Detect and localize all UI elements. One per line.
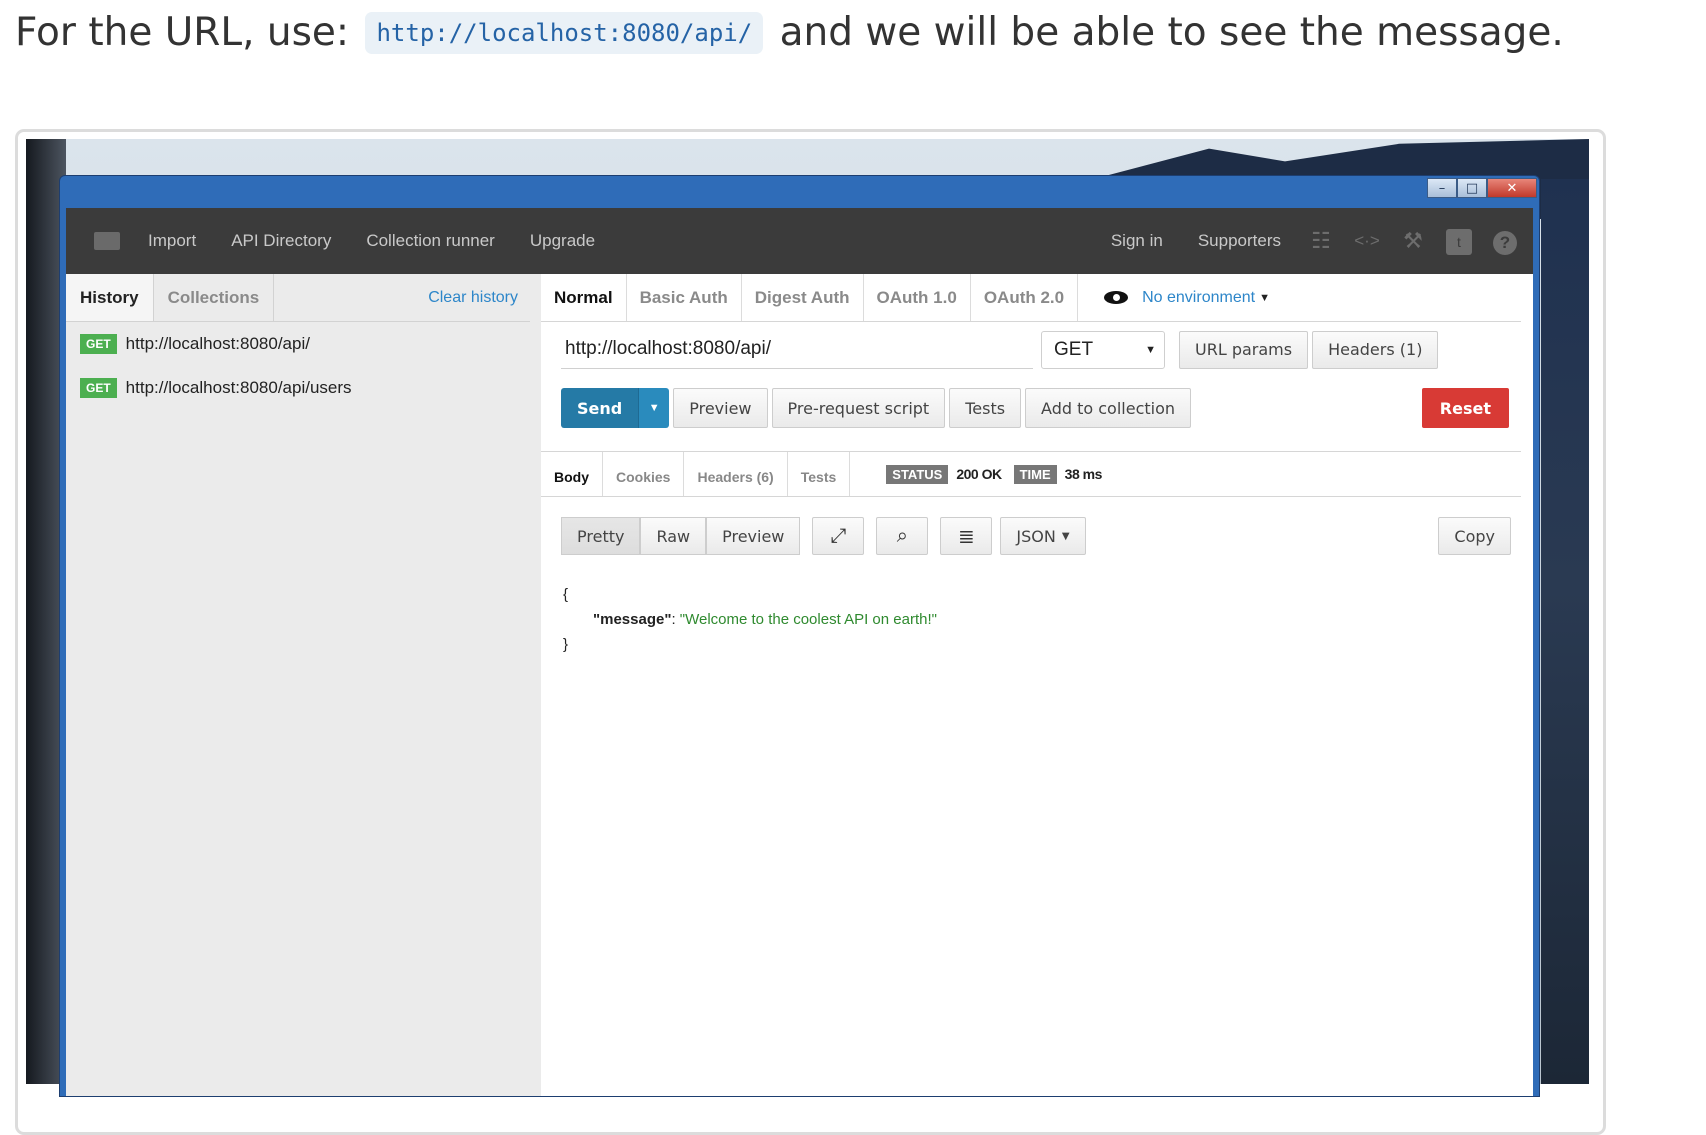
sign-in-link[interactable]: Sign in: [1111, 231, 1163, 251]
method-badge: GET: [80, 378, 117, 398]
history-item[interactable]: GET http://localhost:8080/api/: [80, 322, 541, 366]
supporters-link[interactable]: Supporters: [1198, 231, 1281, 251]
caret-down-icon: ▼: [1145, 343, 1156, 356]
time-value: 38 ms: [1064, 466, 1103, 482]
nav-upgrade[interactable]: Upgrade: [530, 231, 595, 251]
tab-oauth-1[interactable]: OAuth 1.0: [864, 274, 971, 321]
tab-history[interactable]: History: [66, 274, 153, 321]
caret-down-icon: ▼: [1061, 530, 1070, 542]
nav-api-directory[interactable]: API Directory: [231, 231, 331, 251]
intro-text: For the URL, use: http://localhost:8080/…: [15, 10, 1564, 55]
traffic-light-icon[interactable]: ☷: [1307, 228, 1335, 254]
caret-down-icon: ▼: [1259, 291, 1270, 304]
wrap-lines-icon[interactable]: ≣: [940, 517, 993, 555]
json-open-brace: {: [563, 586, 569, 603]
fullscreen-icon[interactable]: ⤢: [812, 517, 865, 555]
app-logo-icon[interactable]: [94, 232, 120, 250]
twitter-icon[interactable]: t: [1445, 227, 1473, 255]
maximize-button[interactable]: □: [1457, 178, 1487, 198]
history-url: http://localhost:8080/api/: [125, 334, 310, 353]
view-mode-group: Pretty Raw Preview: [561, 517, 801, 555]
close-button[interactable]: ✕: [1487, 178, 1537, 198]
json-colon: :: [671, 611, 680, 628]
tab-digest-auth[interactable]: Digest Auth: [742, 274, 864, 321]
code-icon[interactable]: <·>: [1353, 231, 1381, 251]
tests-button[interactable]: Tests: [949, 388, 1022, 428]
request-url-row: GET ▼ URL params Headers (1): [561, 330, 1439, 369]
tab-oauth-2[interactable]: OAuth 2.0: [971, 274, 1079, 321]
response-tabs: Body Cookies Headers (6) Tests STATUS 20…: [541, 452, 1521, 497]
nav-collection-runner[interactable]: Collection runner: [366, 231, 495, 251]
nav-import[interactable]: Import: [148, 231, 196, 251]
search-icon[interactable]: ⌕: [876, 517, 929, 555]
intro-before: For the URL, use:: [15, 10, 350, 55]
environment-label: No environment: [1142, 288, 1256, 306]
intro-url-code: http://localhost:8080/api/: [365, 12, 764, 54]
headers-button[interactable]: Headers (1): [1312, 330, 1439, 369]
view-preview-button[interactable]: Preview: [706, 517, 801, 555]
preview-button[interactable]: Preview: [673, 388, 768, 428]
method-badge: GET: [80, 334, 117, 354]
json-key: "message": [593, 611, 672, 628]
tab-collections[interactable]: Collections: [152, 274, 275, 321]
history-item[interactable]: GET http://localhost:8080/api/users: [80, 366, 541, 410]
status-value: 200 OK: [956, 466, 1002, 482]
tab-response-tests[interactable]: Tests: [788, 452, 851, 496]
url-params-button[interactable]: URL params: [1179, 330, 1309, 369]
environment-selector[interactable]: No environment ▼: [1104, 289, 1270, 307]
history-url: http://localhost:8080/api/users: [125, 378, 352, 397]
wrench-icon[interactable]: ⚒: [1399, 228, 1427, 254]
send-dropdown-icon[interactable]: ▼: [638, 388, 670, 428]
top-navbar: Import API Directory Collection runner U…: [66, 208, 1533, 274]
auth-tabs: Normal Basic Auth Digest Auth OAuth 1.0 …: [541, 274, 1521, 322]
sea-decoration: [1541, 179, 1589, 1084]
send-button[interactable]: Send: [561, 388, 639, 428]
response-status: STATUS 200 OK TIME 38 ms: [886, 464, 1114, 484]
sidebar-tabs: History Collections Clear history: [66, 274, 530, 322]
postman-app: Import API Directory Collection runner U…: [66, 208, 1533, 1096]
window-controls: – □ ✕: [1427, 178, 1537, 198]
add-to-collection-button[interactable]: Add to collection: [1025, 388, 1192, 428]
app-window: – □ ✕ Import API Directory Collection ru…: [59, 175, 1540, 1097]
action-row: Send ▼ Preview Pre-request script Tests …: [561, 388, 1509, 428]
pretty-button[interactable]: Pretty: [561, 517, 641, 555]
tab-basic-auth[interactable]: Basic Auth: [627, 274, 742, 321]
tab-body[interactable]: Body: [541, 452, 603, 496]
tab-cookies[interactable]: Cookies: [603, 452, 685, 496]
format-value: JSON: [1016, 526, 1056, 546]
send-button-group: Send ▼: [561, 388, 670, 428]
clear-history-link[interactable]: Clear history: [428, 289, 518, 307]
method-value: GET: [1054, 338, 1094, 360]
json-line: "message": "Welcome to the coolest API o…: [563, 607, 937, 632]
tab-response-headers[interactable]: Headers (6): [684, 452, 788, 496]
status-label: STATUS: [886, 464, 949, 484]
url-input[interactable]: [561, 330, 1033, 369]
reset-button[interactable]: Reset: [1421, 388, 1509, 428]
tab-normal[interactable]: Normal: [541, 274, 627, 321]
response-view-toolbar: Pretty Raw Preview ⤢ ⌕ ≣ JSON ▼ Copy: [561, 517, 1511, 555]
minimize-button[interactable]: –: [1427, 178, 1457, 198]
method-select[interactable]: GET ▼: [1041, 330, 1165, 369]
main-panel: Normal Basic Auth Digest Auth OAuth 1.0 …: [541, 274, 1533, 1096]
response-body: { "message": "Welcome to the coolest API…: [563, 582, 937, 657]
json-close-brace: }: [563, 636, 569, 653]
eye-icon[interactable]: [1104, 291, 1129, 304]
intro-after: and we will be able to see the message.: [779, 10, 1564, 55]
copy-button[interactable]: Copy: [1438, 517, 1511, 555]
pre-request-script-button[interactable]: Pre-request script: [771, 388, 946, 428]
json-value: "Welcome to the coolest API on earth!": [679, 611, 937, 628]
format-select[interactable]: JSON ▼: [1000, 517, 1086, 555]
help-icon[interactable]: ?: [1491, 228, 1519, 255]
sidebar: History Collections Clear history GET ht…: [66, 274, 541, 1096]
raw-button[interactable]: Raw: [640, 517, 707, 555]
time-label: TIME: [1013, 464, 1057, 484]
